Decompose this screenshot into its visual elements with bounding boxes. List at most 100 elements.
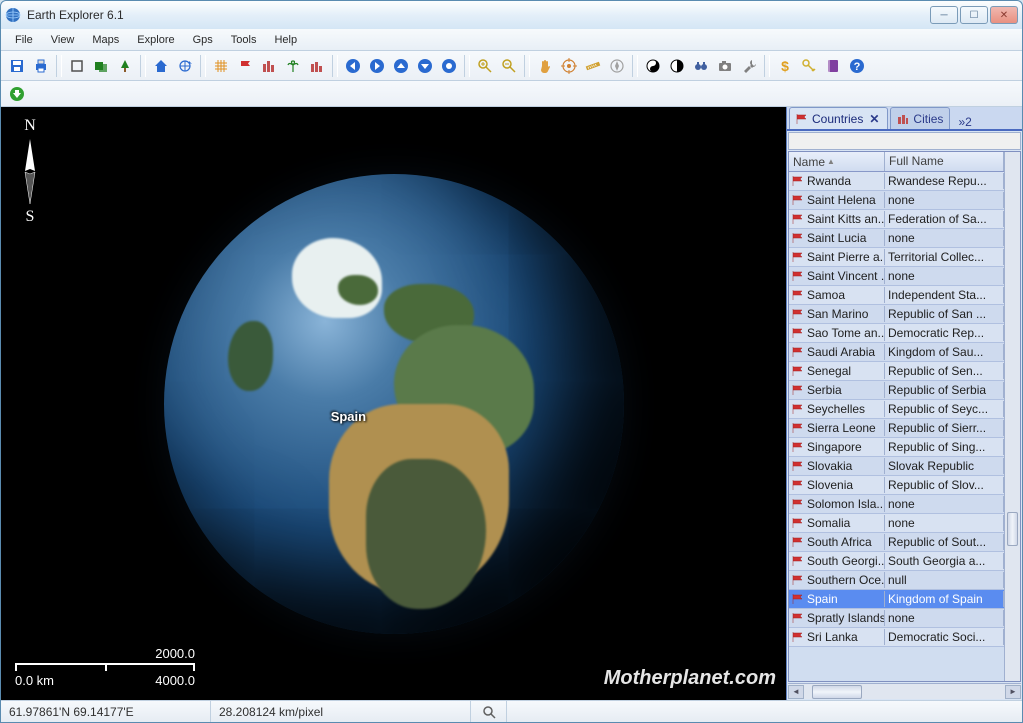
- nav-center-button[interactable]: [437, 54, 461, 78]
- flag-icon: [792, 537, 804, 547]
- menu-file[interactable]: File: [7, 32, 41, 48]
- table-row[interactable]: Sao Tome an...Democratic Rep...: [789, 324, 1004, 343]
- camera-button[interactable]: [713, 54, 737, 78]
- table-row[interactable]: Somalianone: [789, 514, 1004, 533]
- tab-close-icon[interactable]: ✕: [867, 112, 881, 126]
- minimize-button[interactable]: ─: [930, 6, 958, 24]
- menu-bar: FileViewMapsExploreGpsToolsHelp: [1, 29, 1022, 51]
- toolbar-separator: [56, 55, 62, 77]
- col-name[interactable]: Name▲: [789, 152, 885, 171]
- table-row[interactable]: SpainKingdom of Spain: [789, 590, 1004, 609]
- menu-view[interactable]: View: [43, 32, 83, 48]
- rect-button[interactable]: [65, 54, 89, 78]
- maximize-button[interactable]: ☐: [960, 6, 988, 24]
- target-button[interactable]: [557, 54, 581, 78]
- table-row[interactable]: Saint Pierre a...Territorial Collec...: [789, 248, 1004, 267]
- cell-fullname: Republic of Sierr...: [885, 420, 1004, 436]
- yinyang-button[interactable]: [641, 54, 665, 78]
- flag-button[interactable]: [233, 54, 257, 78]
- table-row[interactable]: South Georgi...South Georgia a...: [789, 552, 1004, 571]
- save-button[interactable]: [5, 54, 29, 78]
- tab-countries[interactable]: Countries ✕: [789, 107, 888, 129]
- table-row[interactable]: Saint Lucianone: [789, 229, 1004, 248]
- table-body: RwandaRwandese Repu...Saint HelenanoneSa…: [789, 172, 1004, 647]
- tab-cities[interactable]: Cities: [890, 107, 950, 129]
- print-button[interactable]: [29, 54, 53, 78]
- map-viewport[interactable]: N S Spain 2000.0 0.0 km4000.0: [1, 107, 786, 700]
- menu-gps[interactable]: Gps: [185, 32, 221, 48]
- table-row[interactable]: Saudi ArabiaKingdom of Sau...: [789, 343, 1004, 362]
- key-button[interactable]: [797, 54, 821, 78]
- table-row[interactable]: San MarinoRepublic of San ...: [789, 305, 1004, 324]
- cell-fullname: Republic of Sing...: [885, 439, 1004, 455]
- grid-button[interactable]: [209, 54, 233, 78]
- menu-explore[interactable]: Explore: [129, 32, 182, 48]
- table-row[interactable]: RwandaRwandese Repu...: [789, 172, 1004, 191]
- flag-icon: [792, 309, 804, 319]
- city-button[interactable]: [257, 54, 281, 78]
- hand-button[interactable]: [533, 54, 557, 78]
- hscroll-thumb[interactable]: [812, 685, 862, 699]
- table-row[interactable]: Sri LankaDemocratic Soci...: [789, 628, 1004, 647]
- table-row[interactable]: Spratly Islandsnone: [789, 609, 1004, 628]
- table-header: Name▲ Full Name: [789, 152, 1004, 172]
- palm-button[interactable]: [281, 54, 305, 78]
- nav-down-button[interactable]: [413, 54, 437, 78]
- table-row[interactable]: Sierra LeoneRepublic of Sierr...: [789, 419, 1004, 438]
- download-button[interactable]: [5, 82, 29, 106]
- scroll-left-icon[interactable]: ◄: [788, 685, 804, 699]
- ruler-button[interactable]: [581, 54, 605, 78]
- zoom-in-button[interactable]: [473, 54, 497, 78]
- table-row[interactable]: Saint Kitts an...Federation of Sa...: [789, 210, 1004, 229]
- table-row[interactable]: SloveniaRepublic of Slov...: [789, 476, 1004, 495]
- panel-search[interactable]: [788, 132, 1021, 150]
- scroll-right-icon[interactable]: ►: [1005, 685, 1021, 699]
- vertical-scrollbar[interactable]: [1004, 152, 1020, 681]
- table-row[interactable]: SingaporeRepublic of Sing...: [789, 438, 1004, 457]
- layers-button[interactable]: [89, 54, 113, 78]
- col-fullname[interactable]: Full Name: [885, 152, 1004, 171]
- table-row[interactable]: SlovakiaSlovak Republic: [789, 457, 1004, 476]
- menu-help[interactable]: Help: [266, 32, 305, 48]
- compass-button[interactable]: [605, 54, 629, 78]
- nav-left-icon: [345, 58, 361, 74]
- table-row[interactable]: Saint Helenanone: [789, 191, 1004, 210]
- home-button[interactable]: [149, 54, 173, 78]
- table-row[interactable]: Southern Oce...null: [789, 571, 1004, 590]
- close-button[interactable]: ✕: [990, 6, 1018, 24]
- title-bar[interactable]: Earth Explorer 6.1 ─ ☐ ✕: [1, 1, 1022, 29]
- earth-globe[interactable]: [164, 174, 624, 634]
- nav-left-button[interactable]: [341, 54, 365, 78]
- table-row[interactable]: SenegalRepublic of Sen...: [789, 362, 1004, 381]
- map-label-spain: Spain: [331, 409, 366, 424]
- tree-button[interactable]: [113, 54, 137, 78]
- nav-up-button[interactable]: [389, 54, 413, 78]
- help-button[interactable]: ?: [845, 54, 869, 78]
- table-row[interactable]: SerbiaRepublic of Serbia: [789, 381, 1004, 400]
- dollar-button[interactable]: $: [773, 54, 797, 78]
- app-icon: [5, 7, 21, 23]
- binoculars-button[interactable]: [689, 54, 713, 78]
- book-button[interactable]: [821, 54, 845, 78]
- cell-name: Saint Lucia: [789, 230, 885, 246]
- tools-button[interactable]: [737, 54, 761, 78]
- tab-more[interactable]: »2: [952, 115, 977, 129]
- layers2-button[interactable]: [305, 54, 329, 78]
- nav-right-button[interactable]: [365, 54, 389, 78]
- table-row[interactable]: South AfricaRepublic of Sout...: [789, 533, 1004, 552]
- menu-maps[interactable]: Maps: [84, 32, 127, 48]
- zoom-out-button[interactable]: [497, 54, 521, 78]
- camera-icon: [717, 58, 733, 74]
- scroll-thumb[interactable]: [1007, 512, 1018, 546]
- table-row[interactable]: SeychellesRepublic of Seyc...: [789, 400, 1004, 419]
- status-zoom-button[interactable]: [471, 701, 507, 722]
- table-row[interactable]: SamoaIndependent Sta...: [789, 286, 1004, 305]
- horizontal-scrollbar[interactable]: ◄ ►: [788, 683, 1021, 699]
- menu-tools[interactable]: Tools: [223, 32, 265, 48]
- contrast-button[interactable]: [665, 54, 689, 78]
- flag-icon: [792, 499, 804, 509]
- globe-nav-button[interactable]: [173, 54, 197, 78]
- table-row[interactable]: Solomon Isla...none: [789, 495, 1004, 514]
- cell-fullname: Republic of Seyc...: [885, 401, 1004, 417]
- table-row[interactable]: Saint Vincent ...none: [789, 267, 1004, 286]
